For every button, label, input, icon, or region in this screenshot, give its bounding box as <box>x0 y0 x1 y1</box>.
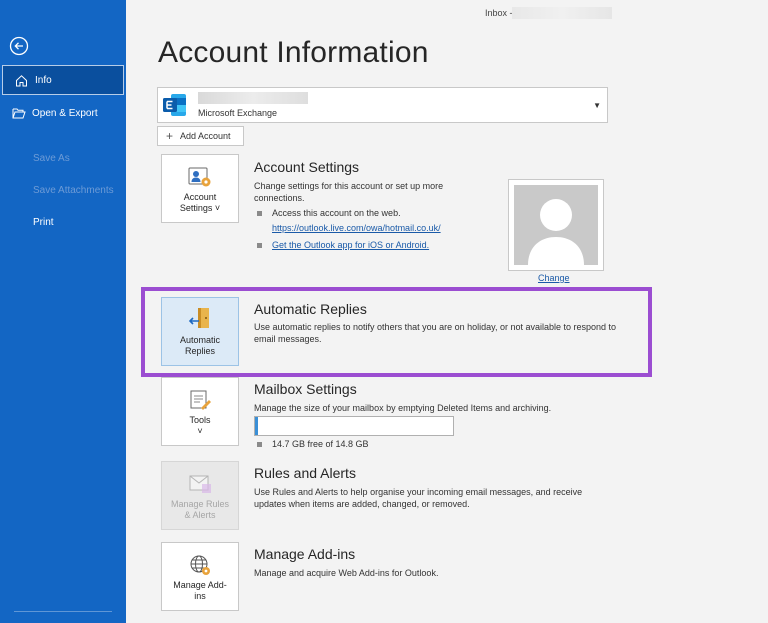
home-icon <box>15 73 29 87</box>
rules-alerts-description: Use Rules and Alerts to help organise yo… <box>254 487 583 509</box>
sidebar-divider <box>14 611 112 612</box>
tile-label: & Alerts <box>184 510 216 520</box>
rules-alerts-icon <box>189 475 211 493</box>
account-selector[interactable]: Microsoft Exchange ▼ <box>157 87 608 123</box>
profile-photo <box>508 179 604 271</box>
window-title: Inbox - <box>485 8 513 18</box>
account-settings-button[interactable]: Account Settings ˅ <box>161 154 239 223</box>
rules-alerts-title: Rules and Alerts <box>254 465 356 481</box>
plus-icon: + <box>166 129 174 143</box>
outlook-app-link[interactable]: Get the Outlook app for iOS or Android. <box>272 240 429 250</box>
mailbox-settings-description: Manage the size of your mailbox by empty… <box>254 403 552 413</box>
sidebar-item-open-export[interactable]: Open & Export <box>0 98 126 128</box>
mailbox-usage-fill <box>255 417 258 435</box>
folder-open-icon <box>12 106 26 120</box>
person-silhouette-icon <box>528 199 584 265</box>
sidebar-item-label: Save Attachments <box>33 184 114 196</box>
mailbox-usage-bar <box>254 416 454 436</box>
highlight-annotation <box>141 287 652 377</box>
sidebar-item-info[interactable]: Info <box>2 65 124 95</box>
manage-addins-button[interactable]: Manage Add- ins <box>161 542 239 611</box>
globe-icon <box>190 555 210 575</box>
add-account-label: Add Account <box>180 131 231 141</box>
sidebar-item-label: Open & Export <box>32 107 98 119</box>
tile-label: ˅ <box>197 426 203 436</box>
tile-label: Manage Rules <box>170 499 230 509</box>
owa-link[interactable]: https://outlook.live.com/owa/hotmail.co.… <box>272 223 441 233</box>
tile-label: Settings ˅ <box>179 203 221 213</box>
account-settings-bullet: Access this account on the web. <box>257 208 401 218</box>
manage-addins-description: Manage and acquire Web Add-ins for Outlo… <box>254 568 439 578</box>
bullet-icon <box>257 210 262 216</box>
tools-button[interactable]: Tools ˅ <box>161 377 239 446</box>
redacted-email <box>198 92 308 104</box>
mailbox-usage-bullet: 14.7 GB free of 14.8 GB <box>257 439 369 449</box>
account-settings-description: Change settings for this account or set … <box>254 181 444 203</box>
outlook-app-bullet: Get the Outlook app for iOS or Android. <box>257 240 429 250</box>
manage-addins-title: Manage Add-ins <box>254 546 356 562</box>
owa-link-text[interactable]: https://outlook.live.com/owa/hotmail.co.… <box>272 223 441 233</box>
mailbox-usage-text: 14.7 GB free of 14.8 GB <box>272 439 369 449</box>
back-arrow-icon[interactable] <box>9 36 29 56</box>
bullet-text: Access this account on the web. <box>272 208 401 218</box>
sidebar-item-label: Print <box>33 216 54 228</box>
sidebar-item-save-attachments: Save Attachments <box>0 175 126 205</box>
sidebar-item-print[interactable]: Print <box>0 207 126 237</box>
account-settings-title: Account Settings <box>254 159 360 175</box>
sidebar-item-save-as: Save As <box>0 143 126 173</box>
add-account-button[interactable]: + Add Account <box>157 126 244 146</box>
page-title: Account Information <box>158 36 429 69</box>
tile-label: Account <box>183 192 217 202</box>
redacted-account-name <box>512 7 612 19</box>
tile-label: Tools <box>189 415 211 425</box>
avatar <box>514 185 598 265</box>
manage-rules-alerts-button: Manage Rules & Alerts <box>161 461 239 530</box>
sidebar-item-label: Save As <box>33 152 70 164</box>
sidebar-item-label: Info <box>35 74 52 86</box>
bullet-icon <box>257 242 262 248</box>
account-type: Microsoft Exchange <box>198 108 278 118</box>
tools-icon <box>190 390 211 410</box>
tile-label: ins <box>194 591 206 601</box>
bullet-icon <box>257 441 262 447</box>
account-settings-icon <box>188 167 211 187</box>
change-photo-link[interactable]: Change <box>538 273 570 283</box>
mailbox-settings-title: Mailbox Settings <box>254 381 357 397</box>
tile-label: Manage Add- <box>173 580 227 590</box>
backstage-sidebar: Info Open & Export Save As Save Attachme… <box>0 0 126 623</box>
chevron-down-icon[interactable]: ▼ <box>593 101 601 110</box>
exchange-icon <box>162 92 188 118</box>
